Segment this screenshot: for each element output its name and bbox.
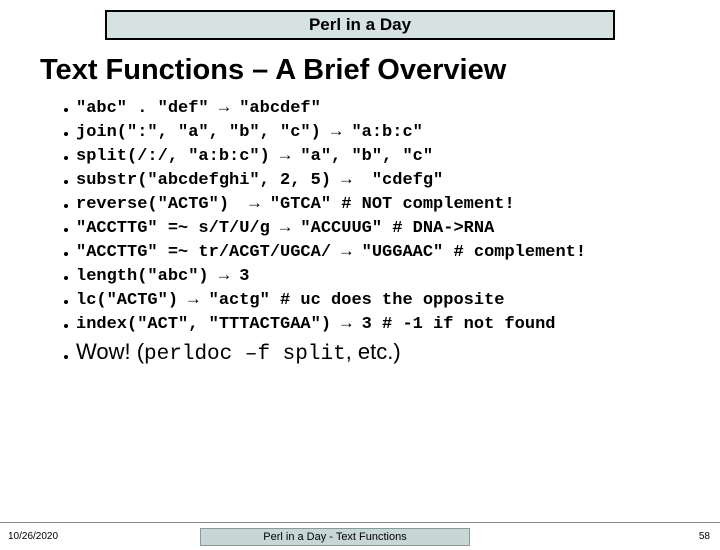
bullet-dot-icon bbox=[64, 156, 68, 160]
slide-headline: Text Functions – A Brief Overview bbox=[40, 54, 720, 87]
list-item: join(":", "a", "b", "c") → "a:b:c" bbox=[64, 123, 720, 142]
bullet-dot-icon bbox=[64, 300, 68, 304]
list-item: length("abc") → 3 bbox=[64, 267, 720, 286]
code-line: substr("abcdefghi", 2, 5) → "cdefg" bbox=[76, 171, 443, 190]
footer-rule bbox=[0, 522, 720, 523]
bullet-dot-icon bbox=[64, 252, 68, 256]
code-line: reverse("ACTG") → "GTCA" # NOT complemen… bbox=[76, 195, 515, 214]
code-line: length("abc") → 3 bbox=[76, 267, 249, 286]
bullet-dot-icon bbox=[64, 355, 68, 359]
code-line: "abc" . "def" → "abcdef" bbox=[76, 99, 321, 118]
wow-line: Wow! (perldoc –f split, etc.) bbox=[76, 339, 401, 366]
title-banner: Perl in a Day bbox=[105, 10, 615, 40]
code-line: "ACCTTG" =~ tr/ACGT/UGCA/ → "UGGAAC" # c… bbox=[76, 243, 586, 262]
code-line: join(":", "a", "b", "c") → "a:b:c" bbox=[76, 123, 423, 142]
wow-mono: perldoc –f split bbox=[144, 343, 346, 366]
list-item: "ACCTTG" =~ s/T/U/g → "ACCUUG" # DNA->RN… bbox=[64, 219, 720, 238]
wow-prefix: Wow! ( bbox=[76, 339, 144, 364]
bullet-dot-icon bbox=[64, 180, 68, 184]
bullet-dot-icon bbox=[64, 204, 68, 208]
wow-suffix: , etc.) bbox=[346, 339, 401, 364]
code-line: index("ACT", "TTTACTGAA") → 3 # -1 if no… bbox=[76, 315, 555, 334]
code-line: "ACCTTG" =~ s/T/U/g → "ACCUUG" # DNA->RN… bbox=[76, 219, 494, 238]
page-number: 58 bbox=[699, 531, 710, 542]
list-item: "ACCTTG" =~ tr/ACGT/UGCA/ → "UGGAAC" # c… bbox=[64, 243, 720, 262]
list-item: Wow! (perldoc –f split, etc.) bbox=[64, 339, 720, 366]
list-item: lc("ACTG") → "actg" # uc does the opposi… bbox=[64, 291, 720, 310]
bullet-dot-icon bbox=[64, 324, 68, 328]
bullet-dot-icon bbox=[64, 132, 68, 136]
list-item: split(/:/, "a:b:c") → "a", "b", "c" bbox=[64, 147, 720, 166]
footer: 10/26/2020 Perl in a Day - Text Function… bbox=[0, 522, 720, 550]
list-item: substr("abcdefghi", 2, 5) → "cdefg" bbox=[64, 171, 720, 190]
bullet-list: "abc" . "def" → "abcdef" join(":", "a", … bbox=[64, 99, 720, 366]
footer-title: Perl in a Day - Text Functions bbox=[200, 528, 470, 546]
list-item: reverse("ACTG") → "GTCA" # NOT complemen… bbox=[64, 195, 720, 214]
footer-date: 10/26/2020 bbox=[8, 531, 58, 542]
code-line: split(/:/, "a:b:c") → "a", "b", "c" bbox=[76, 147, 433, 166]
list-item: "abc" . "def" → "abcdef" bbox=[64, 99, 720, 118]
list-item: index("ACT", "TTTACTGAA") → 3 # -1 if no… bbox=[64, 315, 720, 334]
bullet-dot-icon bbox=[64, 276, 68, 280]
code-line: lc("ACTG") → "actg" # uc does the opposi… bbox=[76, 291, 504, 310]
bullet-dot-icon bbox=[64, 228, 68, 232]
bullet-dot-icon bbox=[64, 108, 68, 112]
